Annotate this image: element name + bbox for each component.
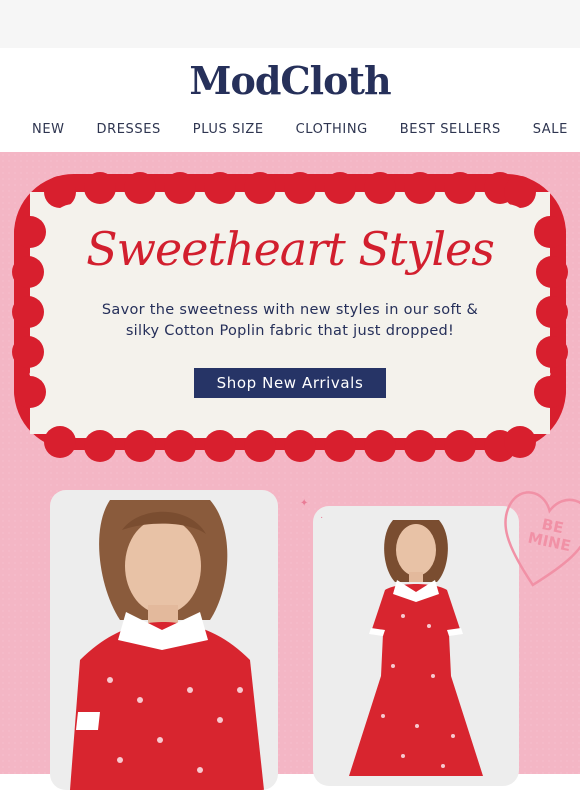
product-photo-closeup[interactable] — [50, 490, 278, 790]
model-full-image — [349, 520, 483, 776]
logo-link[interactable]: ModCloth — [0, 62, 580, 100]
nav-item-sale[interactable]: SALE — [533, 122, 568, 137]
hero-headline: Sweetheart Styles — [86, 222, 495, 276]
nav-item-clothing[interactable]: CLOTHING — [296, 122, 368, 137]
model-closeup-image — [70, 500, 264, 790]
nav-item-dresses[interactable]: DRESSES — [96, 122, 160, 137]
hero-subtext: Savor the sweetness with new styles in o… — [101, 302, 479, 339]
main-nav: NEW DRESSES PLUS SIZE CLOTHING BEST SELL… — [0, 122, 580, 137]
nav-item-new[interactable]: NEW — [32, 122, 65, 137]
sparkle-icon: ✦ — [300, 498, 309, 509]
product-photo-full[interactable] — [313, 506, 519, 786]
brand-logo: ModCloth — [189, 58, 391, 103]
shop-new-arrivals-button[interactable]: Shop New Arrivals — [194, 368, 386, 398]
sparkle-icon: · — [320, 512, 324, 523]
hero-banner: Sweetheart Styles Savor the sweetness wi… — [0, 152, 580, 790]
nav-item-plus-size[interactable]: PLUS SIZE — [193, 122, 264, 137]
nav-item-best-sellers[interactable]: BEST SELLERS — [400, 122, 501, 137]
email-header: ModCloth NEW DRESSES PLUS SIZE CLOTHING … — [0, 48, 580, 152]
preheader-bar — [0, 0, 580, 48]
